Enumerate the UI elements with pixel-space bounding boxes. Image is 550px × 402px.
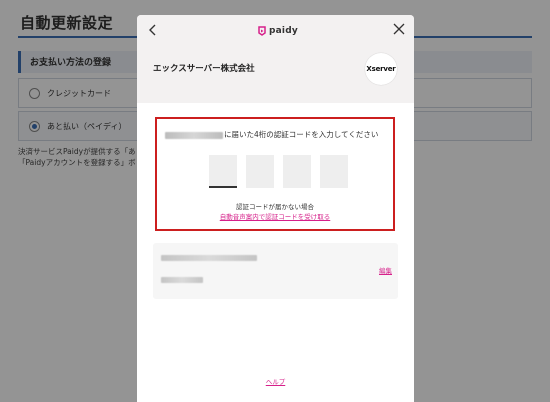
paidy-modal: paidy エックスサーバー株式会社 Xserver に届いた4桁の認証コードを… [137, 15, 414, 402]
modal-header: paidy エックスサーバー株式会社 Xserver [137, 15, 414, 103]
merchant-logo-text: Xserver [366, 65, 396, 73]
verification-code-section: に届いた4桁の認証コードを入力してください 認証コードが届かない場合 自動音声案… [155, 117, 395, 231]
voice-guidance-link[interactable]: 自動音声案内で認証コードを受け取る [157, 211, 393, 221]
account-info-panel: 編集 [153, 243, 398, 299]
masked-phone [161, 277, 203, 283]
verification-prompt: に届いた4桁の認証コードを入力してください [165, 129, 387, 140]
code-input-group [209, 155, 349, 189]
close-icon [393, 23, 405, 35]
code-digit-input-4[interactable] [320, 155, 348, 188]
back-button[interactable] [146, 23, 160, 37]
paidy-logo: paidy [257, 25, 298, 37]
close-button[interactable] [392, 22, 406, 36]
paidy-logo-text: paidy [269, 26, 298, 36]
merchant-name: エックスサーバー株式会社 [153, 64, 255, 74]
paidy-logo-icon [258, 26, 266, 36]
masked-email [161, 255, 257, 261]
help-link[interactable]: ヘルプ [137, 376, 414, 386]
chevron-left-icon [149, 24, 156, 36]
verification-prompt-text: に届いた4桁の認証コードを入力してください [224, 130, 379, 139]
merchant-logo: Xserver [365, 53, 397, 85]
no-code-text: 認証コードが届かない場合 [236, 203, 314, 211]
edit-link[interactable]: 編集 [379, 265, 392, 275]
code-digit-input-1[interactable] [209, 155, 237, 188]
masked-phone-number [165, 131, 223, 139]
code-digit-input-2[interactable] [246, 155, 274, 188]
code-digit-input-3[interactable] [283, 155, 311, 188]
